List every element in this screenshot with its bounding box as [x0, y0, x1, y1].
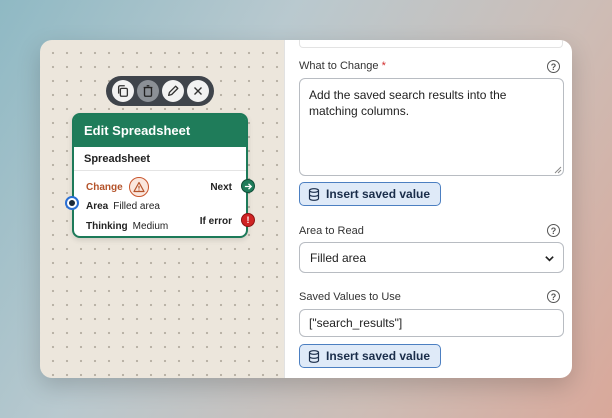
insert-saved-value-label: Insert saved value [326, 187, 431, 201]
area-select-value: Filled area [310, 250, 367, 265]
delete-button[interactable] [136, 80, 159, 102]
required-mark: * [381, 60, 386, 72]
close-button[interactable] [186, 80, 209, 102]
saved-field-label: Saved Values to Use [299, 291, 401, 303]
pencil-icon [167, 85, 178, 97]
edit-button[interactable] [161, 80, 184, 102]
panel-top-field [299, 40, 563, 48]
input-port[interactable] [65, 196, 79, 210]
close-icon [193, 87, 202, 95]
area-field-label: Area to Read [299, 225, 364, 237]
insert-saved-value-button[interactable]: Insert saved value [299, 344, 442, 368]
change-field-label-text: What to Change [299, 60, 379, 72]
database-icon [308, 349, 320, 363]
help-icon[interactable]: ? [547, 224, 560, 237]
help-icon[interactable]: ? [547, 60, 560, 73]
change-row: Change [86, 177, 149, 197]
next-row: Next [210, 182, 232, 193]
duplicate-button[interactable] [111, 80, 134, 102]
next-port[interactable] [241, 179, 255, 193]
insert-saved-value-button[interactable]: Insert saved value [299, 182, 442, 206]
change-field-label: What to Change * [299, 60, 386, 72]
database-icon [308, 187, 320, 201]
help-icon[interactable]: ? [547, 290, 560, 303]
properties-panel: What to Change * ? Add the saved search … [284, 40, 572, 378]
workflow-canvas[interactable]: Edit Spreadsheet Spreadsheet Change Next… [40, 40, 284, 378]
app-window: Edit Spreadsheet Spreadsheet Change Next… [40, 40, 572, 378]
area-value: Filled area [113, 201, 160, 212]
area-select[interactable]: Filled area [299, 242, 564, 273]
insert-saved-value-label: Insert saved value [326, 349, 431, 363]
area-row: Area Filled area [86, 201, 160, 212]
area-label: Area [86, 201, 109, 212]
warning-icon [128, 177, 149, 197]
node-title: Edit Spreadsheet [74, 115, 246, 147]
arrow-right-icon [244, 182, 252, 190]
error-port[interactable]: ! [241, 213, 255, 227]
saved-values-input[interactable]: ["search_results"] [299, 309, 564, 337]
change-label: Change [86, 181, 123, 193]
next-label: Next [210, 182, 232, 193]
thinking-row: Thinking Medium [86, 221, 168, 232]
copy-icon [117, 85, 128, 97]
chevron-down-icon [545, 256, 554, 262]
thinking-label: Thinking [86, 221, 128, 232]
error-label: If error [199, 216, 232, 227]
node-subtitle: Spreadsheet [74, 147, 246, 171]
node-toolbar [106, 76, 214, 106]
thinking-value: Medium [132, 221, 169, 232]
resize-grip-icon[interactable] [554, 166, 562, 174]
trash-icon [143, 85, 152, 97]
error-row: If error [200, 216, 232, 227]
error-port-glyph: ! [246, 215, 250, 225]
change-textarea[interactable]: Add the saved search results into the ma… [299, 78, 564, 176]
edit-spreadsheet-node[interactable]: Edit Spreadsheet Spreadsheet Change Next… [65, 113, 255, 238]
